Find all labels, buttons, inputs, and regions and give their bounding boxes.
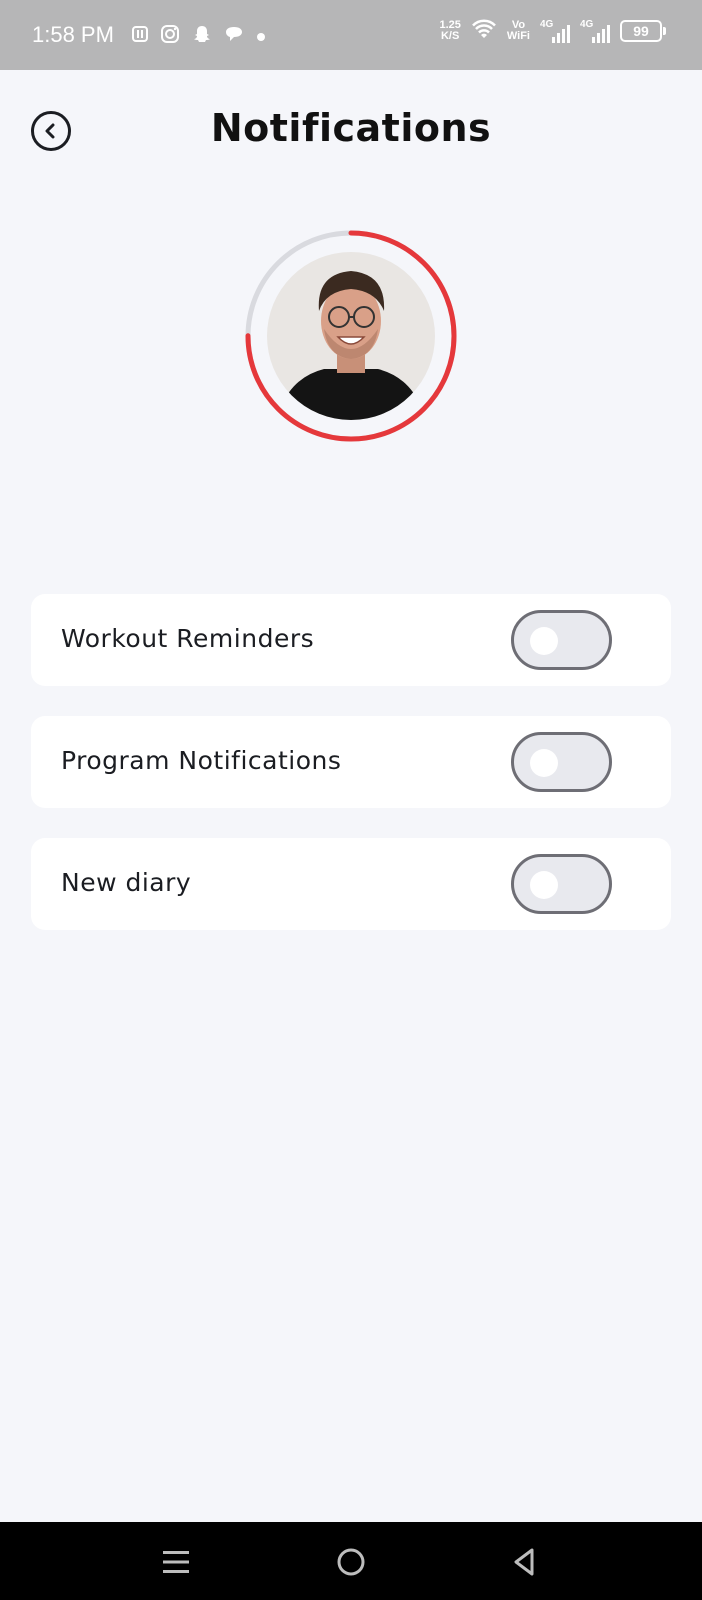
toggle-knob xyxy=(530,627,558,655)
home-button[interactable] xyxy=(331,1542,371,1582)
signal-bars-icon xyxy=(552,25,570,43)
chat-bubble-icon xyxy=(224,25,244,47)
home-circle-icon xyxy=(337,1548,365,1576)
signal-1: 4G xyxy=(540,19,570,43)
battery-indicator: 99 xyxy=(620,20,666,42)
network-speed-unit: K/S xyxy=(440,30,460,42)
back-triangle-icon xyxy=(514,1548,534,1576)
wifi-icon xyxy=(471,18,497,44)
notification-icons xyxy=(132,24,266,48)
setting-workout-reminders: Workout Reminders xyxy=(31,594,671,686)
recent-apps-button[interactable] xyxy=(156,1542,196,1582)
system-indicators: 1.25 K/S Vo WiFi 4G 4G 99 xyxy=(439,18,666,44)
dot-icon xyxy=(256,27,266,46)
setting-new-diary: New diary xyxy=(31,838,671,930)
workout-reminders-toggle[interactable] xyxy=(511,610,612,670)
toggle-knob xyxy=(530,749,558,777)
setting-label: New diary xyxy=(61,868,192,897)
notification-settings-list: Workout Reminders Program Notifications … xyxy=(31,594,671,960)
signal-bars-icon xyxy=(592,25,610,43)
status-time: 1:58 PM xyxy=(32,22,114,47)
instagram-icon xyxy=(160,24,180,48)
status-bar: 1:58 PM 1.25 K/S Vo WiFi 4G 4G 99 xyxy=(0,0,702,70)
network-speed: 1.25 K/S xyxy=(439,20,460,42)
new-diary-toggle[interactable] xyxy=(511,854,612,914)
profile-avatar xyxy=(244,229,458,443)
avatar-photo xyxy=(267,252,435,420)
program-notifications-toggle[interactable] xyxy=(511,732,612,792)
snapchat-icon xyxy=(192,24,212,48)
vowifi-indicator: Vo WiFi xyxy=(507,20,530,42)
toggle-knob xyxy=(530,871,558,899)
setting-label: Program Notifications xyxy=(61,746,342,775)
system-nav-bar xyxy=(0,1522,702,1600)
setting-label: Workout Reminders xyxy=(61,624,315,653)
setting-program-notifications: Program Notifications xyxy=(31,716,671,808)
page-title: Notifications xyxy=(210,106,492,150)
vowifi-bottom: WiFi xyxy=(506,30,530,42)
back-nav-button[interactable] xyxy=(505,1542,545,1582)
paytm-icon xyxy=(132,26,148,46)
menu-icon xyxy=(163,1551,189,1573)
signal-2: 4G xyxy=(580,19,610,43)
